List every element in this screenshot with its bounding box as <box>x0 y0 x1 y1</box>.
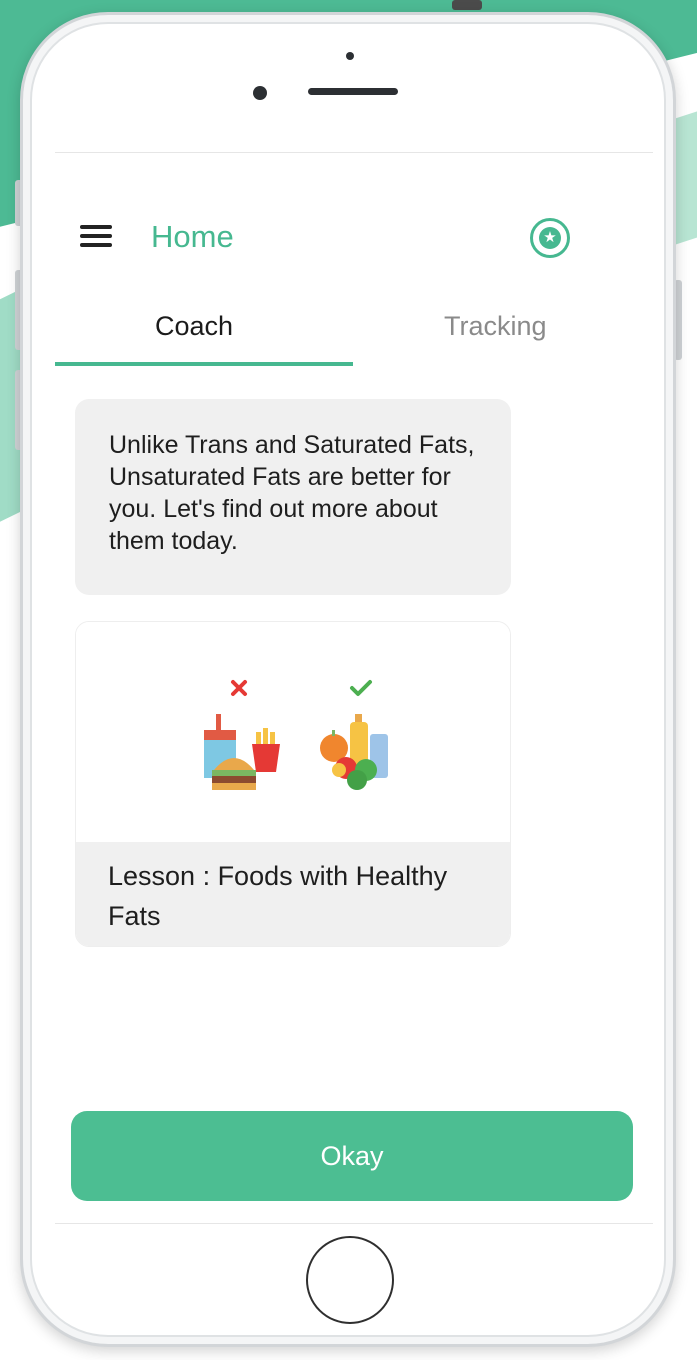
star-icon: ★ <box>539 227 561 249</box>
page-title: Home <box>151 219 234 254</box>
tab-coach[interactable]: Coach <box>155 311 233 342</box>
phone-sensor <box>346 52 354 60</box>
hamburger-menu-icon[interactable] <box>80 225 112 249</box>
phone-speaker <box>308 88 398 95</box>
tab-active-indicator <box>55 362 353 366</box>
tab-tracking[interactable]: Tracking <box>444 311 547 342</box>
phone-home-button[interactable] <box>306 1236 394 1324</box>
phone-top-button <box>452 0 482 10</box>
healthy-food-icon <box>320 714 388 790</box>
app-screen: Home ★ Coach Tracking Unlike Trans and S… <box>55 152 653 1224</box>
check-icon <box>350 680 372 696</box>
coach-message-bubble: Unlike Trans and Saturated Fats, Unsatur… <box>75 399 511 595</box>
cross-icon <box>231 680 247 696</box>
lesson-title: Lesson : Foods with Healthy Fats <box>76 842 510 946</box>
phone-front-camera <box>253 86 267 100</box>
lesson-illustration <box>76 622 510 842</box>
lesson-card[interactable]: Lesson : Foods with Healthy Fats <box>75 621 511 947</box>
okay-button[interactable]: Okay <box>71 1111 633 1201</box>
junk-food-icon <box>204 714 280 790</box>
star-circle-icon[interactable]: ★ <box>530 218 570 258</box>
